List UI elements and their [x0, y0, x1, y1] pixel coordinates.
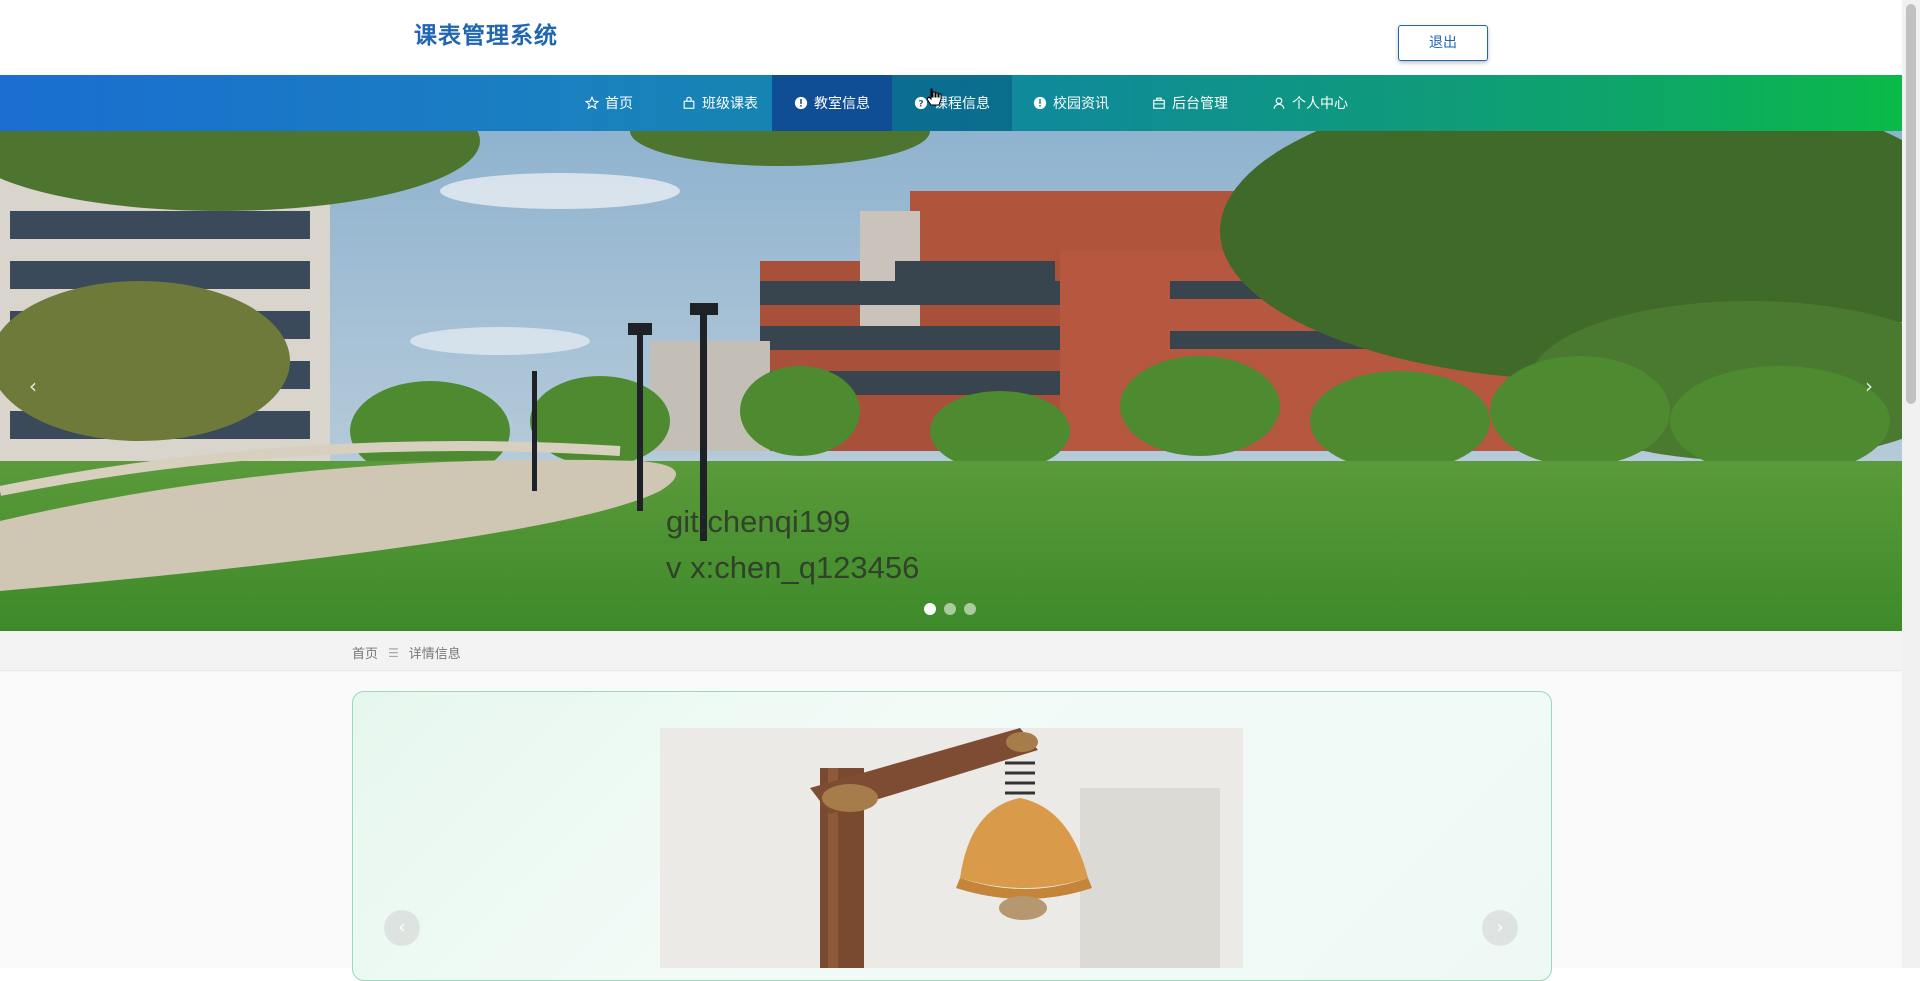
banner-prev-button[interactable]: ‹	[18, 371, 48, 401]
top-header: 课表管理系统 退出	[0, 0, 1902, 75]
logout-button[interactable]: 退出	[1398, 25, 1488, 61]
breadcrumb-home-link[interactable]: 首页	[352, 643, 378, 662]
nav-item-label: 后台管理	[1172, 96, 1228, 112]
breadcrumb-separator-icon: ☰	[388, 645, 399, 660]
banner-watermark: git:chenqi199 v x:chen_q123456	[666, 499, 919, 591]
star-icon	[585, 96, 599, 110]
nav-item-label: 个人中心	[1292, 96, 1348, 112]
breadcrumb-current: 详情信息	[408, 647, 461, 662]
nav-item-label: 班级课表	[702, 96, 758, 112]
nav-item-home[interactable]: 首页	[550, 75, 668, 131]
page-scrollbar[interactable]	[1902, 0, 1920, 968]
banner-dot-2[interactable]	[944, 603, 956, 615]
gallery-next-button[interactable]: ›	[1482, 910, 1518, 946]
breadcrumb-bar: 首页 ☰ 详情信息	[0, 631, 1902, 671]
nav-item-profile[interactable]: 个人中心	[1250, 75, 1370, 131]
nav-item-course-info[interactable]: ? 课程信息	[892, 75, 1012, 131]
banner-dot-3[interactable]	[964, 603, 976, 615]
nav-item-admin[interactable]: 后台管理	[1130, 75, 1250, 131]
hero-carousel[interactable]: git:chenqi199 v x:chen_q123456 ‹ ›	[0, 131, 1902, 631]
nav-item-label: 课程信息	[934, 96, 990, 112]
watermark-line-2: v x:chen_q123456	[666, 550, 920, 585]
bag-icon	[682, 96, 696, 110]
svg-text:?: ?	[918, 100, 923, 110]
main-nav: 首页 班级课表 教室信息 ? 课程信息 校园资讯 后台管理 个人中心	[0, 75, 1902, 131]
briefcase-icon	[1152, 96, 1166, 110]
nav-item-label: 校园资讯	[1053, 96, 1109, 112]
nav-item-classroom-info[interactable]: 教室信息	[772, 75, 892, 131]
info-circle-icon	[794, 96, 808, 110]
breadcrumb: 首页 ☰ 详情信息	[352, 643, 461, 663]
banner-dot-1[interactable]	[924, 603, 936, 615]
nav-item-campus-news[interactable]: 校园资讯	[1012, 75, 1130, 131]
nav-item-label: 教室信息	[814, 96, 870, 112]
site-title: 课表管理系统	[414, 23, 558, 49]
banner-indicators	[924, 603, 976, 615]
nav-item-class-schedule[interactable]: 班级课表	[668, 75, 772, 131]
gallery-prev-button[interactable]: ‹	[384, 910, 420, 946]
watermark-line-1: git:chenqi199	[666, 504, 851, 539]
detail-image	[660, 728, 1243, 968]
info-circle-icon	[1033, 96, 1047, 110]
banner-next-button[interactable]: ›	[1854, 371, 1884, 401]
scrollbar-thumb[interactable]	[1906, 4, 1916, 404]
mouse-pointer-icon	[926, 88, 942, 106]
campus-banner-image	[0, 131, 1902, 631]
lamp-photo	[660, 728, 1243, 968]
user-icon	[1272, 96, 1286, 110]
nav-item-label: 首页	[605, 96, 633, 112]
